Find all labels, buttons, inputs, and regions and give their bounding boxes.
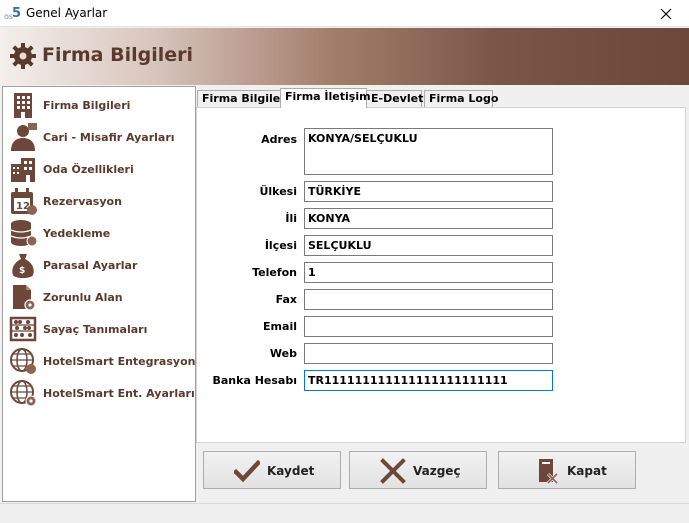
document-settings-icon	[13, 285, 36, 311]
guest-user-icon	[11, 123, 37, 151]
ulkesi-label: Ülkesi	[259, 185, 297, 198]
abacus-icon	[9, 316, 37, 342]
svg-text:$: $	[19, 266, 25, 276]
calendar-icon: 12	[11, 188, 37, 215]
sidebar-item-label: Rezervasyon	[43, 195, 122, 208]
sidebar-item-rezervasyon[interactable]: 12 Rezervasyon	[3, 185, 195, 217]
web-label: Web	[269, 347, 297, 360]
sidebar-item-label: HotelSmart Ent. Ayarları	[43, 387, 195, 400]
checkmark-icon	[234, 459, 260, 483]
cancel-button-label: Vazgeç	[413, 464, 461, 478]
title-bar: os 5 Genel Ayarlar	[0, 0, 689, 27]
fax-label: Fax	[275, 293, 297, 306]
page-title: Firma Bilgileri	[42, 44, 193, 66]
sidebar-item-label: Sayaç Tanımaları	[43, 323, 148, 336]
sidebar-item-hotelsmart-ent-ayarlari[interactable]: HotelSmart Ent. Ayarları	[3, 377, 195, 409]
ili-label: İli	[285, 212, 297, 225]
telefon-label: Telefon	[252, 266, 297, 279]
hotel-room-icon	[11, 158, 35, 182]
building-icon	[14, 93, 32, 118]
adres-field[interactable]: KONYA/SELÇUKLU	[304, 128, 553, 175]
sidebar-item-label: HotelSmart Entegrasyonu	[43, 355, 204, 368]
sidebar-item-cari-misafir[interactable]: Cari - Misafir Ayarları	[3, 121, 195, 153]
save-button-label: Kaydet	[267, 464, 315, 478]
sidebar-item-yedekleme[interactable]: Yedekleme	[3, 217, 195, 249]
ulkesi-field[interactable]: TÜRKİYE	[304, 181, 553, 202]
ili-field[interactable]: KONYA	[304, 208, 553, 229]
header-banner: Firma Bilgileri	[0, 28, 689, 85]
email-label: Email	[263, 320, 297, 333]
close-button[interactable]: Kapat	[498, 451, 636, 489]
sidebar-item-label: Yedekleme	[43, 227, 111, 240]
money-bag-icon: $	[12, 254, 34, 278]
sidebar-item-sayac-tanimalari[interactable]: Sayaç Tanımaları	[3, 313, 195, 345]
sidebar-item-label: Parasal Ayarlar	[43, 259, 138, 272]
globe-settings-icon	[10, 380, 37, 407]
sidebar-item-label: Zorunlu Alan	[43, 291, 123, 304]
web-field[interactable]	[304, 343, 553, 364]
tab-firma-logo[interactable]: Firma Logo	[424, 90, 498, 107]
close-button-label: Kapat	[567, 464, 607, 478]
banka-hesabi-label: Banka Hesabı	[212, 374, 298, 387]
cross-icon	[380, 458, 406, 484]
tab-firma-bilgileri[interactable]: Firma Bilgileri	[197, 90, 289, 107]
database-backup-icon	[10, 220, 38, 247]
globe-integration-icon	[10, 348, 36, 374]
email-field[interactable]	[304, 316, 553, 337]
sidebar-item-label: Firma Bilgileri	[43, 99, 131, 112]
window-title: Genel Ayarlar	[26, 6, 108, 20]
app-logo-icon: os 5	[4, 6, 21, 21]
gear-icon	[10, 43, 36, 69]
sidebar-item-label: Oda Özellikleri	[43, 163, 134, 176]
banka-hesabi-field[interactable]: TR111111111111111111111111	[304, 370, 553, 391]
sidebar-item-label: Cari - Misafir Ayarları	[43, 131, 175, 144]
close-icon	[660, 8, 672, 19]
status-bar	[0, 503, 689, 523]
fax-field[interactable]	[304, 289, 553, 310]
save-button[interactable]: Kaydet	[203, 451, 341, 489]
tab-firma-iletisim[interactable]: Firma İletişim	[280, 88, 371, 108]
adres-label: Adres	[261, 133, 297, 146]
sidebar-item-firma-bilgileri[interactable]: Firma Bilgileri	[3, 89, 195, 121]
sidebar-item-hotelsmart-entegrasyonu[interactable]: HotelSmart Entegrasyonu	[3, 345, 203, 377]
tab-e-devlet[interactable]: E-Devlet	[366, 90, 423, 107]
telefon-field[interactable]: 1	[304, 262, 553, 283]
sidebar-item-zorunlu-alan[interactable]: Zorunlu Alan	[3, 281, 195, 313]
exit-door-icon	[539, 459, 559, 484]
svg-text:5: 5	[12, 6, 21, 21]
sidebar-item-oda-ozellikleri[interactable]: Oda Özellikleri	[3, 153, 195, 185]
cancel-button[interactable]: Vazgeç	[349, 451, 487, 489]
ilcesi-label: İlçesi	[264, 239, 297, 252]
window-close-button[interactable]	[643, 0, 689, 27]
sidebar-item-parasal-ayarlar[interactable]: $ Parasal Ayarlar	[3, 249, 195, 281]
sidebar: Firma Bilgileri Cari - Misafir Ayarları …	[2, 86, 203, 502]
ilcesi-field[interactable]: SELÇUKLU	[304, 235, 553, 256]
